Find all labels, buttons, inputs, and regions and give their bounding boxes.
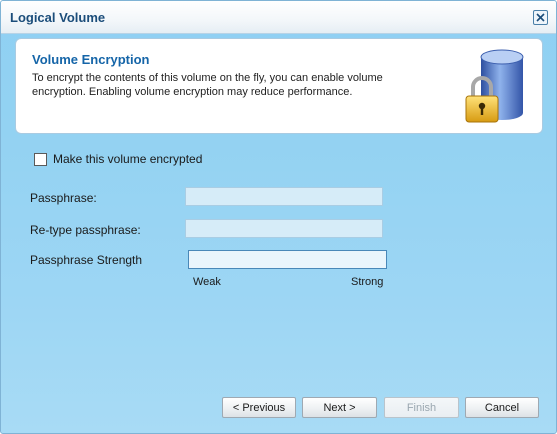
section-title: Volume Encryption xyxy=(32,52,150,67)
window-title: Logical Volume xyxy=(10,10,106,25)
header-panel: Volume Encryption To encrypt the content… xyxy=(15,38,543,134)
passphrase-strength-meter xyxy=(188,250,387,269)
close-icon xyxy=(536,13,545,22)
retype-passphrase-input[interactable] xyxy=(185,219,383,238)
title-bar[interactable]: Logical Volume xyxy=(1,1,556,34)
finish-button[interactable]: Finish xyxy=(384,397,459,418)
encrypt-option[interactable]: Make this volume encrypted xyxy=(34,152,202,166)
encrypt-checkbox-label: Make this volume encrypted xyxy=(53,152,203,166)
retype-passphrase-label: Re-type passphrase: xyxy=(30,223,141,237)
passphrase-label: Passphrase: xyxy=(30,191,97,205)
database-lock-icon xyxy=(465,49,524,123)
logical-volume-dialog: Logical Volume Volume Encryption To encr… xyxy=(0,0,557,434)
strength-weak-label: Weak xyxy=(193,276,221,288)
close-button[interactable] xyxy=(533,10,548,25)
strength-label: Passphrase Strength xyxy=(30,253,143,267)
section-description: To encrypt the contents of this volume o… xyxy=(32,72,383,98)
previous-button[interactable]: < Previous xyxy=(222,397,296,418)
encrypt-checkbox[interactable] xyxy=(34,152,47,166)
passphrase-input[interactable] xyxy=(185,187,383,206)
cancel-button[interactable]: Cancel xyxy=(465,397,539,418)
strength-strong-label: Strong xyxy=(351,276,384,288)
next-button[interactable]: Next > xyxy=(302,397,377,418)
